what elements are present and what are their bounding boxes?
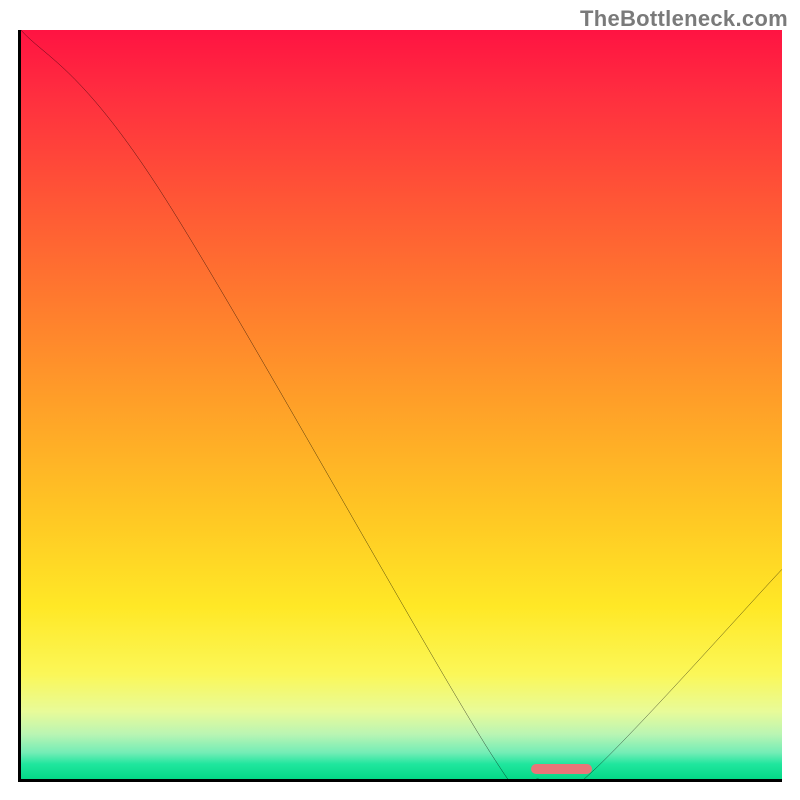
- bottleneck-curve: [21, 30, 782, 779]
- chart-frame: TheBottleneck.com: [0, 0, 800, 800]
- optimal-range-marker: [531, 764, 592, 774]
- watermark-text: TheBottleneck.com: [580, 6, 788, 32]
- plot-area: [18, 30, 782, 782]
